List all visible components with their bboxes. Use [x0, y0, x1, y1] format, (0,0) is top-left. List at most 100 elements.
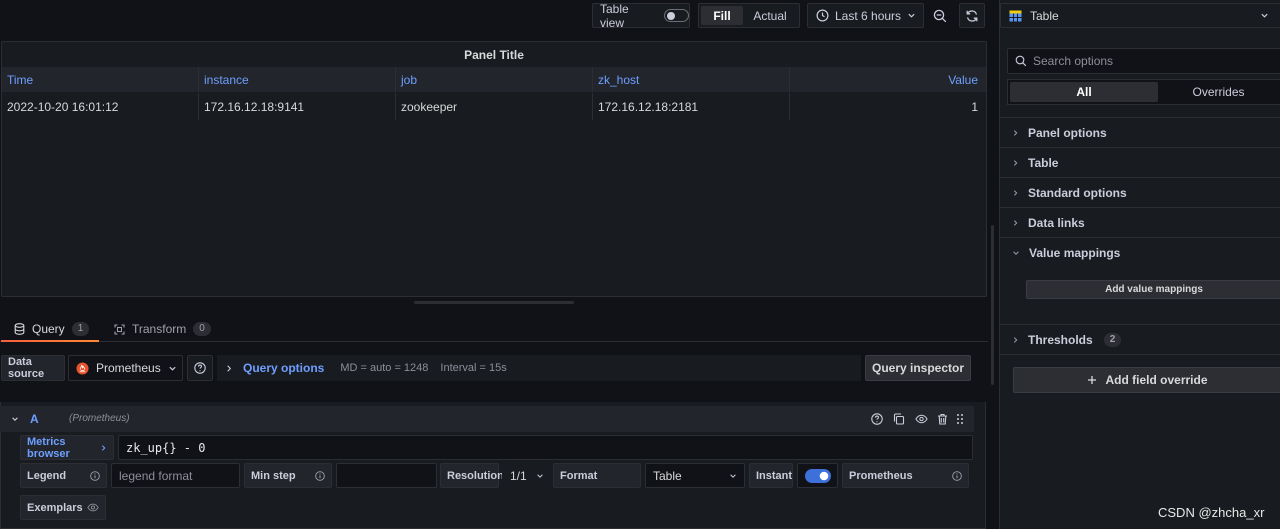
- eye-icon[interactable]: [915, 414, 928, 424]
- drag-handle-icon[interactable]: [956, 413, 964, 425]
- help-circle-icon[interactable]: [871, 413, 883, 425]
- visualization-name: Table: [1030, 8, 1059, 23]
- table-view-toggle[interactable]: Table view: [592, 2, 690, 30]
- options-tabs: All Overrides: [1007, 79, 1280, 105]
- tab-all[interactable]: All: [1010, 82, 1158, 102]
- visualization-picker[interactable]: Table: [1000, 3, 1280, 28]
- table-header: Time instance job zk_host Value: [2, 67, 986, 92]
- query-options-label: Query options: [243, 361, 325, 375]
- chevron-down-icon: [536, 472, 544, 480]
- refresh-icon: [965, 9, 979, 23]
- section-label: Value mappings: [1029, 245, 1121, 260]
- help-circle-icon: [194, 362, 206, 374]
- info-icon[interactable]: [315, 470, 325, 481]
- tab-query-label: Query: [32, 322, 65, 336]
- format-select[interactable]: Table: [645, 463, 745, 488]
- actual-button[interactable]: Actual: [743, 6, 797, 25]
- column-header-zk-host[interactable]: zk_host: [593, 67, 790, 92]
- section-thresholds[interactable]: Thresholds 2: [1000, 324, 1280, 354]
- add-field-override-button[interactable]: Add field override: [1013, 367, 1280, 393]
- divider: [1000, 354, 1280, 355]
- add-field-override-label: Add field override: [1105, 373, 1208, 387]
- watermark: CSDN @zhcha_xr: [1158, 505, 1265, 520]
- legend-format-placeholder: legend format: [119, 468, 193, 483]
- time-range-label: Last 6 hours: [835, 8, 902, 23]
- data-source-help-button[interactable]: [187, 355, 213, 381]
- section-label: Standard options: [1028, 185, 1127, 200]
- add-value-mappings-button[interactable]: Add value mappings: [1026, 280, 1280, 299]
- resolution-label: Resolution: [440, 463, 504, 488]
- legend-format-input[interactable]: legend format: [111, 463, 240, 488]
- active-tab-indicator: [1, 340, 99, 342]
- collapse-chevron-icon[interactable]: [11, 415, 19, 423]
- panel-title[interactable]: Panel Title: [2, 48, 986, 62]
- min-step-input[interactable]: [336, 463, 437, 488]
- tab-query[interactable]: Query 1: [14, 316, 90, 342]
- info-icon[interactable]: [90, 470, 100, 481]
- chevron-right-icon: [1012, 159, 1019, 167]
- tab-transform[interactable]: Transform 0: [114, 316, 211, 342]
- legend-label: Legend: [20, 463, 107, 488]
- exemplars-label-text: Exemplars: [27, 501, 83, 514]
- data-source-value: Prometheus: [96, 361, 161, 375]
- thresholds-count-badge: 2: [1103, 332, 1122, 347]
- query-options-bar[interactable]: Query options MD = auto = 1248 Interval …: [217, 355, 861, 381]
- tab-overrides[interactable]: Overrides: [1158, 82, 1279, 102]
- chevron-down-icon: [1260, 11, 1269, 20]
- min-step-label-text: Min step: [251, 469, 296, 482]
- refresh-button[interactable]: [959, 3, 985, 28]
- max-data-points-text: MD = auto = 1248: [340, 362, 429, 374]
- database-icon: [14, 323, 25, 335]
- search-options-input[interactable]: Search options: [1007, 48, 1280, 74]
- section-value-mappings[interactable]: Value mappings: [1000, 237, 1280, 267]
- format-label: Format: [553, 463, 641, 488]
- resolution-select[interactable]: 1/1: [502, 463, 552, 488]
- section-label: Data links: [1028, 215, 1085, 230]
- query-expression-input[interactable]: zk_up{} - 0: [118, 435, 973, 460]
- fill-button[interactable]: Fill: [701, 6, 743, 25]
- prometheus-icon: [76, 361, 89, 375]
- query-ref-id[interactable]: A: [30, 412, 39, 426]
- section-label: Panel options: [1028, 125, 1107, 140]
- query-inspector-button[interactable]: Query inspector: [865, 355, 971, 381]
- transform-count-badge: 0: [193, 322, 211, 336]
- eye-icon[interactable]: [87, 503, 99, 512]
- duplicate-query-icon[interactable]: [893, 413, 905, 425]
- table-cell: 1: [971, 99, 978, 114]
- instant-toggle[interactable]: [797, 463, 838, 488]
- scrollbar[interactable]: [991, 225, 994, 385]
- table-view-switch[interactable]: [663, 9, 689, 22]
- pane-resize-handle[interactable]: [414, 301, 574, 304]
- exemplars-label: Exemplars: [20, 495, 106, 520]
- section-label: Thresholds: [1028, 332, 1093, 347]
- metrics-browser-button[interactable]: Metrics browser: [20, 435, 114, 460]
- section-label: Table: [1028, 155, 1059, 170]
- table-cell: 2022-10-20 16:01:12: [2, 93, 199, 120]
- section-standard-options[interactable]: Standard options: [1000, 177, 1280, 207]
- query-count-badge: 1: [71, 322, 90, 336]
- instant-label: Instant: [749, 463, 793, 488]
- format-value: Table: [653, 468, 682, 483]
- data-source-picker[interactable]: Prometheus: [68, 355, 183, 381]
- column-header-time[interactable]: Time: [2, 67, 199, 92]
- column-header-job[interactable]: job: [396, 67, 593, 92]
- chevron-down-icon: [1012, 249, 1020, 257]
- chevron-right-icon: [1012, 219, 1019, 227]
- table-viz-icon: [1009, 10, 1022, 22]
- column-header-value[interactable]: Value: [790, 67, 986, 92]
- section-panel-options[interactable]: Panel options: [1000, 117, 1280, 147]
- info-icon[interactable]: [952, 470, 962, 481]
- query-type-label: Prometheus: [842, 463, 969, 488]
- table-row: 2022-10-20 16:01:12 172.16.12.18:9141 zo…: [2, 93, 986, 120]
- section-data-links[interactable]: Data links: [1000, 207, 1280, 237]
- options-pane: Table Search options All Overrides Panel…: [999, 0, 1280, 529]
- clock-icon: [816, 9, 829, 22]
- time-range-picker[interactable]: Last 6 hours: [807, 3, 924, 28]
- table-cell: 172.16.12.18:2181: [593, 93, 790, 120]
- tab-transform-label: Transform: [132, 322, 187, 336]
- zoom-out-button[interactable]: [928, 3, 952, 28]
- section-table[interactable]: Table: [1000, 147, 1280, 177]
- column-header-instance[interactable]: instance: [199, 67, 396, 92]
- chevron-down-icon: [168, 364, 177, 373]
- trash-icon[interactable]: [937, 413, 948, 425]
